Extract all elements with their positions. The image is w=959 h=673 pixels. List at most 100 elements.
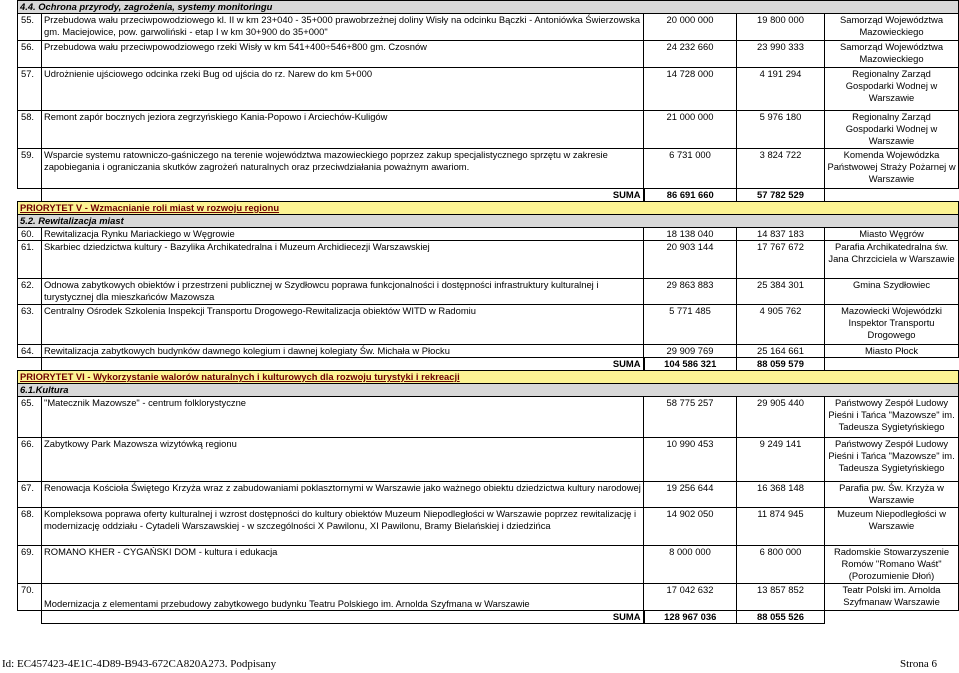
sum-co-financing-value: 88 059 579 <box>736 357 825 371</box>
sum-spacer <box>17 188 42 202</box>
sum-row: SUMA 128 967 036 88 055 526 <box>17 610 959 624</box>
row-institution: Miasto Węgrów <box>823 227 959 241</box>
row-number: 55. <box>17 13 42 41</box>
row-description: Centralny Ośrodek Szkolenia Inspekcji Tr… <box>41 304 644 345</box>
row-institution: Gmina Szydłowiec <box>823 278 959 305</box>
row-description: Udrożnienie ujściowego odcinka rzeki Bug… <box>41 67 644 111</box>
sum-total-value: 86 691 660 <box>643 188 737 202</box>
row-institution: Państwowy Zespół Ludowy Pieśni i Tańca "… <box>823 437 959 482</box>
row-number: 60. <box>17 227 42 241</box>
row-number: 68. <box>17 507 42 546</box>
row-description: Zabytkowy Park Mazowsza wizytówką region… <box>41 437 644 482</box>
row-description: Przebudowa wału przeciwpowodziowego kl. … <box>41 13 644 41</box>
table-row: 62. Odnowa zabytkowych obiektów i przest… <box>17 278 959 305</box>
table-row: 65. "Matecznik Mazowsze" - centrum folkl… <box>17 396 959 438</box>
row-institution: Miasto Płock <box>823 344 959 358</box>
row-total-value: 20 903 144 <box>643 240 737 279</box>
row-description: Modernizacja z elementami przebudowy zab… <box>41 583 644 611</box>
row-total-value: 6 731 000 <box>643 148 737 189</box>
table-row: 68. Kompleksowa poprawa oferty kulturaln… <box>17 507 959 546</box>
document-id: Id: EC457423-4E1C-4D89-B943-672CA820A273… <box>2 658 277 670</box>
row-total-value: 5 771 485 <box>643 304 737 345</box>
row-co-financing-value: 29 905 440 <box>736 396 825 438</box>
row-institution: Teatr Polski im. Arnolda Szyfmanaw Warsz… <box>823 583 959 611</box>
row-co-financing-value: 6 800 000 <box>736 545 825 584</box>
row-description: Rewitalizacja zabytkowych budynków dawne… <box>41 344 644 358</box>
projects-table: 4.4. Ochrona przyrody, zagrożenia, syste… <box>16 0 959 624</box>
row-institution: Regionalny Zarząd Gospodarki Wodnej w Wa… <box>823 110 959 149</box>
priority-title: PRIORYTET V - Wzmacnianie roli miast w r… <box>16 201 959 215</box>
table-row: 56. Przebudowa wału przeciwpowodziowego … <box>17 40 959 68</box>
row-co-financing-value: 13 857 852 <box>736 583 825 611</box>
section-header: 5.2. Rewitalizacja miast <box>16 214 959 228</box>
sum-co-financing-value: 88 055 526 <box>736 610 825 624</box>
row-institution: Mazowiecki Wojewódzki Inspektor Transpor… <box>823 304 959 345</box>
table-row: 61. Skarbiec dziedzictwa kultury - Bazyl… <box>17 240 959 279</box>
row-number: 64. <box>17 344 42 358</box>
sum-spacer <box>17 357 42 371</box>
row-number: 70. <box>17 583 42 611</box>
row-co-financing-value: 4 905 762 <box>736 304 825 345</box>
sum-total-value: 104 586 321 <box>643 357 737 371</box>
row-total-value: 17 042 632 <box>643 583 737 611</box>
table-row: 58. Remont zapór bocznych jeziora zegrzy… <box>17 110 959 149</box>
page-number: Strona 6 <box>900 658 937 670</box>
table-row: 55. Przebudowa wału przeciwpowodziowego … <box>17 13 959 41</box>
sum-spacer <box>823 188 959 202</box>
table-row: 59. Wsparcie systemu ratowniczo-gaśnicze… <box>17 148 959 189</box>
row-co-financing-value: 17 767 672 <box>736 240 825 279</box>
sum-label: SUMA <box>41 610 645 624</box>
row-institution: Komenda Wojewódzka Państwowej Straży Poż… <box>823 148 959 189</box>
table-row: 60. Rewitalizacja Rynku Mariackiego w Wę… <box>17 227 959 241</box>
table-row: 70. Modernizacja z elementami przebudowy… <box>17 583 959 611</box>
section-header: 4.4. Ochrona przyrody, zagrożenia, syste… <box>16 0 959 14</box>
row-institution: Państwowy Zespół Ludowy Pieśni i Tańca "… <box>823 396 959 438</box>
row-total-value: 21 000 000 <box>643 110 737 149</box>
sum-spacer <box>17 610 42 624</box>
row-description: Przebudowa wału przeciwpowodziowego rzek… <box>41 40 644 68</box>
row-total-value: 14 728 000 <box>643 67 737 111</box>
row-institution: Parafia Archikatedralna św. Jana Chrzcic… <box>823 240 959 279</box>
row-co-financing-value: 25 164 661 <box>736 344 825 358</box>
table-row: 63. Centralny Ośrodek Szkolenia Inspekcj… <box>17 304 959 345</box>
row-description: ROMANO KHER - CYGAŃSKI DOM - kultura i e… <box>41 545 644 584</box>
section-header: 6.1.Kultura <box>16 383 959 397</box>
row-institution: Radomskie Stowarzyszenie Romów "Romano W… <box>823 545 959 584</box>
row-description: Renowacja Kościoła Świętego Krzyża wraz … <box>41 481 644 508</box>
row-number: 66. <box>17 437 42 482</box>
sum-co-financing-value: 57 782 529 <box>736 188 825 202</box>
sum-label: SUMA <box>41 357 645 371</box>
sum-label: SUMA <box>41 188 645 202</box>
row-total-value: 58 775 257 <box>643 396 737 438</box>
row-description: Skarbiec dziedzictwa kultury - Bazylika … <box>41 240 644 279</box>
row-description: "Matecznik Mazowsze" - centrum folklorys… <box>41 396 644 438</box>
sum-spacer <box>823 610 959 624</box>
page-footer: Id: EC457423-4E1C-4D89-B943-672CA820A273… <box>0 656 959 672</box>
row-number: 56. <box>17 40 42 68</box>
section-title: 6.1.Kultura <box>16 383 959 397</box>
priority-row: PRIORYTET VI - Wykorzystanie walorów nat… <box>16 370 959 384</box>
section-title: 5.2. Rewitalizacja miast <box>16 214 959 228</box>
row-number: 63. <box>17 304 42 345</box>
row-description: Wsparcie systemu ratowniczo-gaśniczego n… <box>41 148 644 189</box>
sum-row: SUMA 86 691 660 57 782 529 <box>17 188 959 202</box>
row-co-financing-value: 5 976 180 <box>736 110 825 149</box>
row-co-financing-value: 23 990 333 <box>736 40 825 68</box>
row-number: 62. <box>17 278 42 305</box>
row-co-financing-value: 25 384 301 <box>736 278 825 305</box>
row-co-financing-value: 16 368 148 <box>736 481 825 508</box>
row-institution: Samorząd Województwa Mazowieckiego <box>823 40 959 68</box>
row-description: Remont zapór bocznych jeziora zegrzyński… <box>41 110 644 149</box>
row-number: 67. <box>17 481 42 508</box>
table-row: 57. Udrożnienie ujściowego odcinka rzeki… <box>17 67 959 111</box>
row-total-value: 20 000 000 <box>643 13 737 41</box>
row-co-financing-value: 9 249 141 <box>736 437 825 482</box>
row-description: Rewitalizacja Rynku Mariackiego w Węgrow… <box>41 227 644 241</box>
table-row: 64. Rewitalizacja zabytkowych budynków d… <box>17 344 959 358</box>
row-total-value: 29 863 883 <box>643 278 737 305</box>
row-co-financing-value: 11 874 945 <box>736 507 825 546</box>
row-total-value: 10 990 453 <box>643 437 737 482</box>
row-total-value: 8 000 000 <box>643 545 737 584</box>
sum-spacer <box>823 357 959 371</box>
row-number: 69. <box>17 545 42 584</box>
